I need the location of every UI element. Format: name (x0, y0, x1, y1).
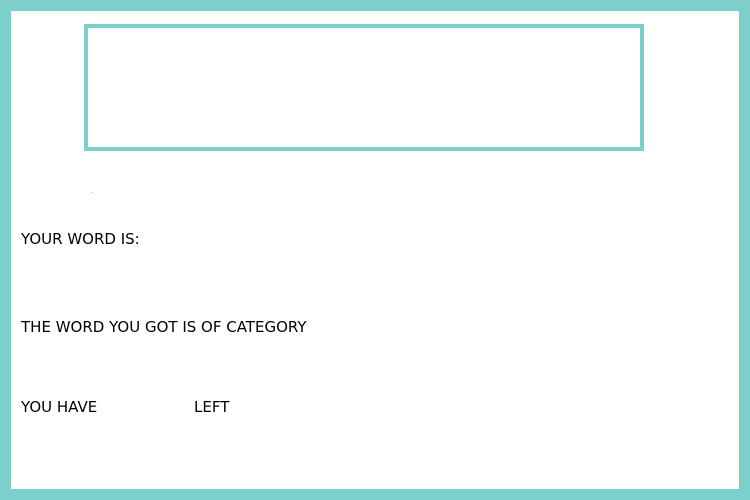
decorative-dot (92, 192, 93, 193)
category-label: THE WORD YOU GOT IS OF CATEGORY (21, 318, 307, 336)
word-label: YOUR WORD IS: (21, 230, 140, 248)
word-display-box (84, 24, 644, 151)
attempts-suffix-label: LEFT (194, 398, 230, 416)
attempts-prefix-label: YOU HAVE (21, 398, 98, 416)
